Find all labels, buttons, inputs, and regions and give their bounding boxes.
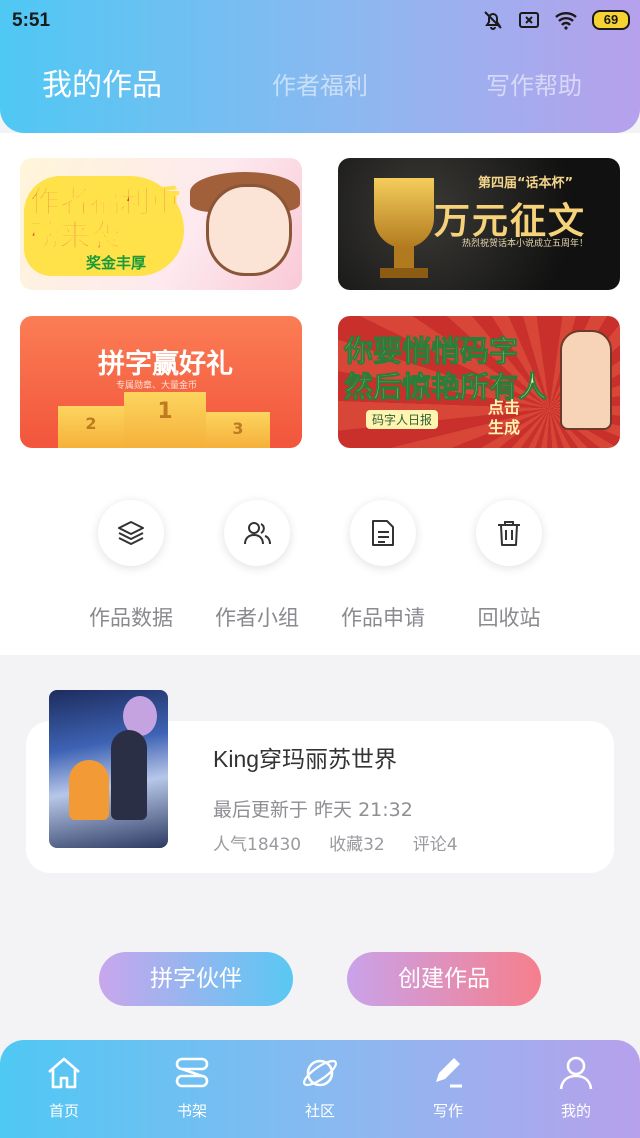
battery-icon: 69 [592,10,630,30]
pinzi-title: 拼字赢好礼 [98,349,233,380]
nav-write[interactable]: 写作 [403,1054,493,1121]
nav-home[interactable]: 首页 [19,1054,109,1121]
action-author-group[interactable]: 作者小组 [202,500,312,632]
home-icon [19,1054,109,1092]
cover-figure [69,760,109,820]
banner-author-welfare[interactable]: 作者福利重磅来袭 奖金丰厚 [20,158,302,290]
status-bar: 5:51 69 [0,0,640,42]
pinzi-partner-button[interactable]: 拼字伙伴 [99,952,293,1006]
action-work-data[interactable]: 作品数据 [76,500,186,632]
action-label: 作品申请 [341,606,425,630]
bottom-nav: 首页 书架 社区 写作 我的 [0,1040,640,1138]
document-icon [350,500,416,566]
tab-my-works[interactable]: 我的作品 [42,60,162,104]
pinzi-subtitle: 专属勋章、大量金币 [116,381,198,391]
nav-label: 书架 [176,1102,207,1120]
sim-off-icon [518,10,540,30]
comments-count: 评论4 [412,835,458,855]
typing-click-generate: 点击生成 [488,398,521,437]
planet-icon [275,1054,365,1092]
banner-pinzi-prize[interactable]: 拼字赢好礼 专属勋章、大量金币 2 1 3 [20,316,302,448]
nav-label: 社区 [304,1102,335,1120]
mute-bell-icon [482,9,504,31]
nav-label: 写作 [432,1102,463,1120]
cover-figure [111,730,147,820]
contest-edition-label: 第四届“话本杯” [478,176,574,191]
trophy-icon [374,178,434,248]
work-cover-image[interactable] [49,690,168,848]
action-label: 回收站 [477,606,541,630]
action-recycle-bin[interactable]: 回收站 [454,500,564,632]
work-title: King穿玛丽苏世界 [213,746,398,772]
banner-typing-daily[interactable]: 你要悄悄码字 然后惊艳所有人 码字人日报 点击生成 [338,316,620,448]
action-label: 作品数据 [89,606,173,630]
nav-label: 首页 [48,1102,79,1120]
podium-second: 2 [58,406,124,448]
tab-author-welfare[interactable]: 作者福利 [272,66,368,101]
raised-fist-illustration [560,330,612,430]
layers-icon [98,500,164,566]
favorites-count: 收藏32 [329,835,385,855]
header: 5:51 69 我的作品 作者福利 写作帮助 [0,0,640,133]
typing-daily-tag: 码字人日报 [366,410,439,429]
profile-icon [531,1054,621,1092]
work-stats: 人气18430 收藏32 评论4 [213,830,458,855]
nav-label: 我的 [560,1102,591,1120]
work-last-updated: 最后更新于 昨天 21:32 [213,799,413,821]
status-icons: 69 [482,9,630,31]
nav-bookshelf[interactable]: 书架 [147,1054,237,1121]
group-icon [224,500,290,566]
banner-welfare-badge: 奖金丰厚 [86,254,147,272]
banner-welfare-title: 作者福利重磅来袭 [30,185,181,254]
create-work-button[interactable]: 创建作品 [347,952,541,1006]
podium-first: 1 [124,392,206,448]
trash-icon [476,500,542,566]
wifi-icon [554,10,578,30]
bookshelf-icon [147,1054,237,1092]
pen-icon [403,1054,493,1092]
trophy-base [380,268,428,278]
status-time: 5:51 [12,10,51,31]
podium-third: 3 [206,412,270,448]
action-label: 作者小组 [215,606,299,630]
banner-contest[interactable]: 第四届“话本杯” 万元征文 热烈祝贺话本小说成立五周年！ [338,158,620,290]
contest-subtitle: 热烈祝贺话本小说成立五周年！ [462,239,589,249]
character-illustration [206,184,292,276]
popularity-count: 人气18430 [213,835,302,855]
trophy-stem [394,246,414,270]
top-tabs: 我的作品 作者福利 写作帮助 [0,66,640,116]
action-work-apply[interactable]: 作品申请 [328,500,438,632]
nav-community[interactable]: 社区 [275,1054,365,1121]
tab-writing-help[interactable]: 写作帮助 [486,66,582,101]
nav-profile[interactable]: 我的 [531,1054,621,1121]
